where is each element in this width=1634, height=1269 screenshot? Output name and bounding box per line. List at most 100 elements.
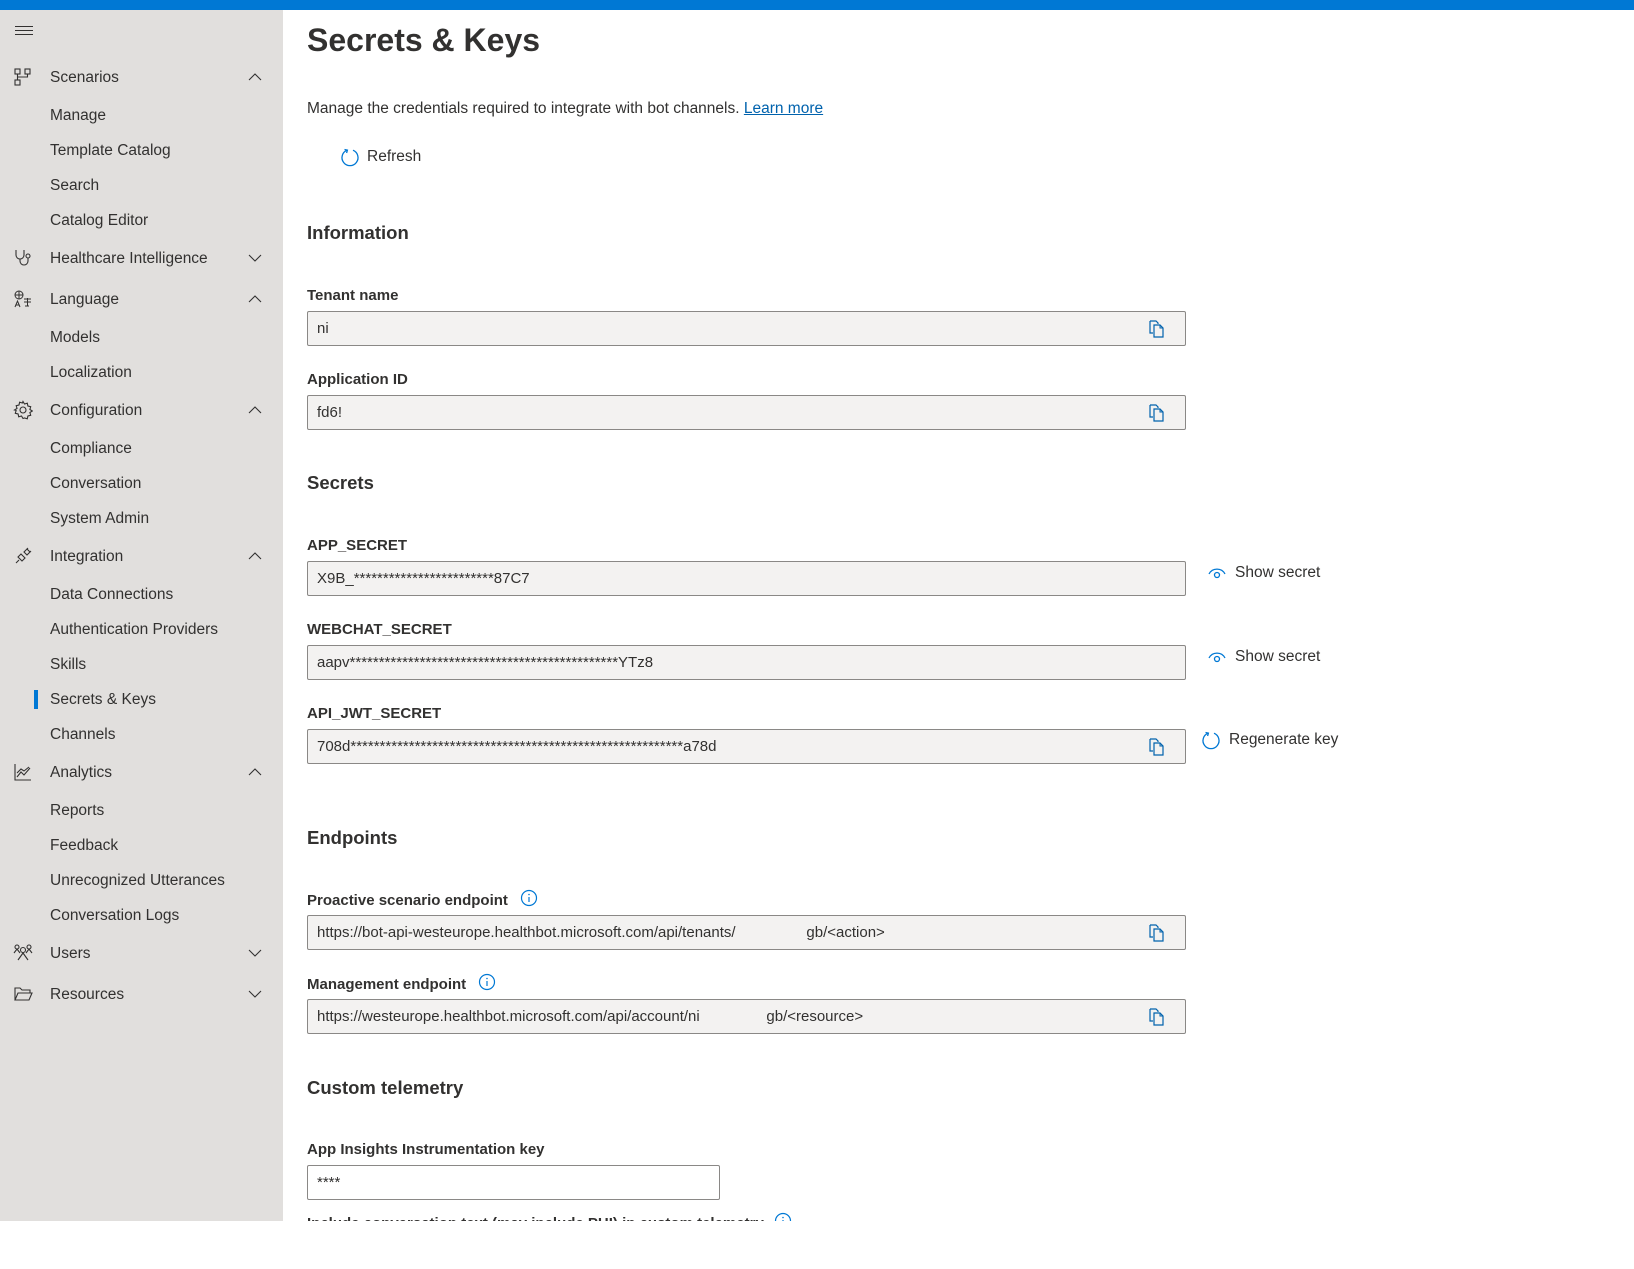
sidebar-item-label: Conversation Logs [50, 906, 180, 924]
gear-icon [13, 400, 34, 420]
api-jwt-secret-value: 708d************************************… [317, 738, 717, 755]
webchat-secret-value: aapv************************************… [317, 654, 654, 671]
sidebar-item-label: Conversation [50, 474, 142, 492]
hamburger-icon[interactable] [12, 23, 36, 43]
management-endpoint-value: https://westeurope.healthbot.microsoft.c… [317, 1008, 864, 1025]
chevron-up-icon[interactable] [248, 292, 262, 306]
copy-icon[interactable] [1147, 319, 1167, 339]
info-icon[interactable] [774, 1212, 792, 1221]
api-jwt-secret-field[interactable]: 708d************************************… [307, 729, 1186, 764]
sidebar-item-feedback[interactable]: Feedback [0, 828, 283, 863]
sidebar-item-secrets-keys[interactable]: Secrets & Keys [0, 682, 283, 717]
sidebar-item-template-catalog[interactable]: Template Catalog [0, 133, 283, 168]
application-id-label: Application ID [307, 371, 408, 388]
sidebar-group-analytics[interactable]: Analytics [0, 752, 283, 793]
sidebar-item-manage[interactable]: Manage [0, 98, 283, 133]
sidebar-group-label: Users [50, 944, 91, 962]
sidebar-group-integration[interactable]: Integration [0, 536, 283, 577]
application-id-field[interactable]: fd6! [307, 395, 1186, 430]
copy-icon[interactable] [1147, 1007, 1167, 1027]
copy-icon[interactable] [1147, 403, 1167, 423]
eye-icon [1208, 652, 1226, 663]
users-icon [13, 943, 33, 963]
sidebar-group-label: Integration [50, 547, 124, 565]
eye-icon [1208, 568, 1226, 579]
sidebar-item-authentication-providers[interactable]: Authentication Providers [0, 612, 283, 647]
sidebar-item-conversation-logs[interactable]: Conversation Logs [0, 898, 283, 933]
chevron-down-icon[interactable] [248, 946, 262, 960]
management-endpoint-field[interactable]: https://westeurope.healthbot.microsoft.c… [307, 999, 1186, 1034]
proactive-endpoint-label: Proactive scenario endpoint [307, 889, 538, 911]
sidebar-group-language[interactable]: Language [0, 279, 283, 320]
sidebar-item-data-connections[interactable]: Data Connections [0, 577, 283, 612]
regenerate-key-label: Regenerate key [1229, 731, 1339, 748]
chevron-up-icon[interactable] [248, 403, 262, 417]
chevron-down-icon[interactable] [248, 987, 262, 1001]
sidebar-item-localization[interactable]: Localization [0, 355, 283, 390]
flow-icon [13, 67, 33, 87]
sidebar-item-label: Secrets & Keys [50, 690, 156, 708]
sidebar-group-users[interactable]: Users [0, 933, 283, 974]
refresh-icon [341, 148, 359, 167]
sidebar-item-label: Catalog Editor [50, 211, 149, 229]
sidebar-item-label: Reports [50, 801, 105, 819]
copy-icon[interactable] [1147, 923, 1167, 943]
sidebar-item-conversation[interactable]: Conversation [0, 466, 283, 501]
refresh-button[interactable]: Refresh [340, 147, 421, 167]
sidebar-item-label: Models [50, 328, 100, 346]
sidebar-item-label: Channels [50, 725, 116, 743]
sidebar-item-label: Data Connections [50, 585, 174, 603]
copy-icon[interactable] [1147, 737, 1167, 757]
show-secret-label: Show secret [1235, 648, 1321, 665]
proactive-endpoint-label-text: Proactive scenario endpoint [307, 891, 508, 909]
webchat-secret-field[interactable]: aapv************************************… [307, 645, 1186, 680]
sidebar-item-channels[interactable]: Channels [0, 717, 283, 752]
chevron-up-icon[interactable] [248, 70, 262, 84]
sidebar-item-search[interactable]: Search [0, 168, 283, 203]
sidebar-group-configuration[interactable]: Configuration [0, 390, 283, 431]
sidebar-item-catalog-editor[interactable]: Catalog Editor [0, 203, 283, 238]
show-webchat-secret-button[interactable]: Show secret [1207, 648, 1320, 666]
show-app-secret-button[interactable]: Show secret [1207, 564, 1320, 582]
learn-more-link[interactable]: Learn more [744, 100, 823, 117]
proactive-endpoint-field[interactable]: https://bot-api-westeurope.healthbot.mic… [307, 915, 1186, 950]
regenerate-key-button[interactable]: Regenerate key [1201, 730, 1338, 750]
active-indicator [34, 690, 38, 709]
stethoscope-icon [13, 248, 33, 268]
webchat-secret-label: WEBCHAT_SECRET [307, 621, 452, 638]
api-jwt-secret-label: API_JWT_SECRET [307, 705, 442, 722]
info-icon[interactable] [478, 973, 496, 995]
sidebar-group-resources[interactable]: Resources [0, 974, 283, 1015]
sidebar-item-label: Authentication Providers [50, 620, 219, 638]
sidebar-group-healthcare-intelligence[interactable]: Healthcare Intelligence [0, 238, 283, 279]
sidebar-item-compliance[interactable]: Compliance [0, 431, 283, 466]
sidebar-item-models[interactable]: Models [0, 320, 283, 355]
sidebar-item-label: System Admin [50, 509, 150, 527]
chevron-down-icon[interactable] [248, 251, 262, 265]
sidebar-item-label: Skills [50, 655, 87, 673]
app-secret-field[interactable]: X9B_************************87C7 [307, 561, 1186, 596]
sidebar-item-label: Template Catalog [50, 141, 171, 159]
info-icon[interactable] [520, 889, 538, 911]
sidebar-item-system-admin[interactable]: System Admin [0, 501, 283, 536]
sidebar-item-label: Compliance [50, 439, 132, 457]
chevron-up-icon[interactable] [248, 549, 262, 563]
sidebar-group-label: Healthcare Intelligence [50, 249, 208, 267]
sidebar-item-unrecognized-utterances[interactable]: Unrecognized Utterances [0, 863, 283, 898]
secrets-heading: Secrets [307, 472, 374, 493]
sidebar-group-label: Language [50, 290, 119, 308]
sidebar-group-label: Configuration [50, 401, 143, 419]
chevron-up-icon[interactable] [248, 765, 262, 779]
folder-icon [13, 984, 33, 1004]
sidebar-item-label: Search [50, 176, 100, 194]
sidebar-item-skills[interactable]: Skills [0, 647, 283, 682]
instrumentation-key-input[interactable]: **** [307, 1165, 720, 1200]
show-secret-label: Show secret [1235, 564, 1321, 581]
sidebar-group-scenarios[interactable]: Scenarios [0, 57, 283, 98]
sidebar-item-reports[interactable]: Reports [0, 793, 283, 828]
tenant-name-field[interactable]: ni [307, 311, 1186, 346]
instrumentation-key-label: App Insights Instrumentation key [307, 1141, 545, 1158]
tenant-name-label: Tenant name [307, 287, 399, 304]
app-secret-value: X9B_************************87C7 [317, 570, 530, 587]
page-title: Secrets & Keys [307, 22, 541, 58]
